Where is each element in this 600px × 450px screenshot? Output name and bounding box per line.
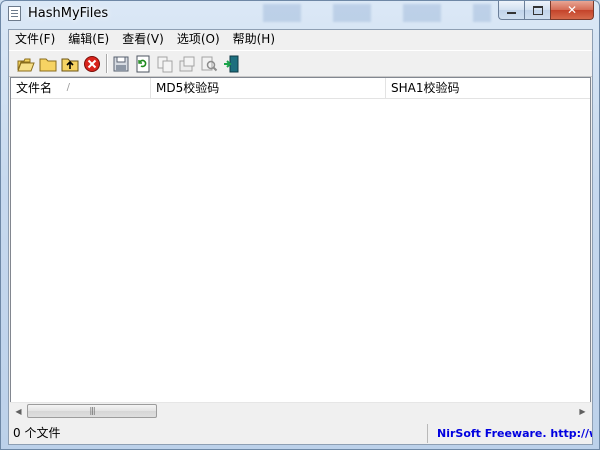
maximize-button[interactable] <box>524 1 550 20</box>
save-button[interactable] <box>112 55 130 73</box>
delete-button[interactable] <box>83 55 101 73</box>
column-header-filename[interactable]: 文件名 / <box>11 78 151 98</box>
open-files-icon <box>17 58 35 72</box>
toolbar-separator <box>106 54 108 73</box>
save-icon <box>113 56 129 72</box>
file-count: 0 个文件 <box>10 424 428 443</box>
refresh-icon <box>136 55 150 73</box>
caption-buttons: ✕ <box>498 1 594 20</box>
scroll-right-icon[interactable]: ▶ <box>574 403 591 420</box>
menu-options[interactable]: 选项(O) <box>171 30 227 49</box>
delete-icon <box>84 56 100 72</box>
minimize-icon <box>507 12 516 14</box>
app-window: HashMyFiles ✕ 文件(F) 编辑(E) 查看(V) 选项(O) 帮助… <box>0 0 600 450</box>
open-folder-icon <box>39 58 57 72</box>
properties-button[interactable] <box>178 55 196 73</box>
properties-icon <box>179 56 195 72</box>
column-label: MD5校验码 <box>156 81 220 95</box>
close-button[interactable]: ✕ <box>550 1 594 20</box>
close-icon: ✕ <box>566 3 578 17</box>
toolbar <box>9 50 592 77</box>
refresh-button[interactable] <box>134 55 152 73</box>
window-title: HashMyFiles <box>28 6 109 21</box>
scroll-left-icon[interactable]: ◀ <box>10 403 27 420</box>
sort-indicator-icon: / <box>66 82 70 93</box>
open-folder-button[interactable] <box>39 55 57 73</box>
grip-icon: ||| <box>89 406 95 415</box>
maximize-icon <box>532 5 543 15</box>
minimize-button[interactable] <box>498 1 524 20</box>
open-files-button[interactable] <box>17 55 35 73</box>
background-blur <box>241 4 491 22</box>
title-bar[interactable]: HashMyFiles ✕ <box>1 1 599 27</box>
menu-edit[interactable]: 编辑(E) <box>62 30 116 49</box>
nirsoft-link[interactable]: NirSoft Freeware. http://www. <box>432 424 592 443</box>
add-folder-button[interactable] <box>61 55 79 73</box>
menu-help[interactable]: 帮助(H) <box>227 30 282 49</box>
copy-button[interactable] <box>156 55 174 73</box>
list-header: 文件名 / MD5校验码 SHA1校验码 <box>11 78 590 99</box>
find-icon <box>201 56 218 72</box>
horizontal-scrollbar[interactable]: ◀ ||| ▶ <box>10 402 591 420</box>
column-header-sha1[interactable]: SHA1校验码 <box>386 78 590 98</box>
column-header-md5[interactable]: MD5校验码 <box>151 78 386 98</box>
exit-button[interactable] <box>222 55 240 73</box>
menu-view[interactable]: 查看(V) <box>116 30 171 49</box>
app-icon[interactable] <box>8 6 21 21</box>
column-label: SHA1校验码 <box>391 81 460 95</box>
find-button[interactable] <box>200 55 218 73</box>
status-bar: 0 个文件 NirSoft Freeware. http://www. <box>9 423 592 444</box>
column-label: 文件名 <box>16 81 53 95</box>
file-list[interactable]: 文件名 / MD5校验码 SHA1校验码 <box>10 77 591 419</box>
add-folder-icon <box>61 58 79 72</box>
exit-icon <box>224 55 239 73</box>
scrollbar-thumb[interactable]: ||| <box>27 404 157 418</box>
menu-file[interactable]: 文件(F) <box>9 30 62 49</box>
menu-bar: 文件(F) 编辑(E) 查看(V) 选项(O) 帮助(H) <box>9 30 592 49</box>
copy-icon <box>157 56 173 73</box>
client-area: 文件(F) 编辑(E) 查看(V) 选项(O) 帮助(H) 文件名 / MD5校… <box>8 29 593 445</box>
